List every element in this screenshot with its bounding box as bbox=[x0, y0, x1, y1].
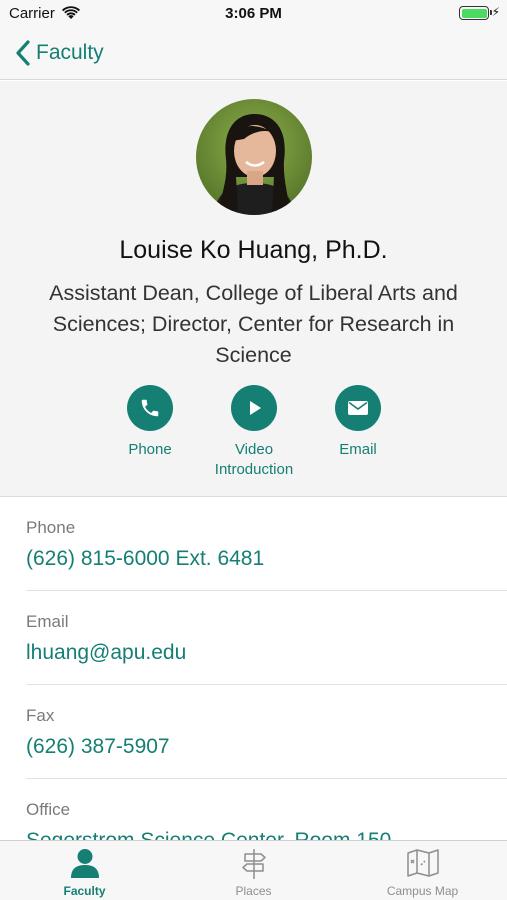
tab-bar: Faculty Places Campus Map bbox=[0, 840, 507, 900]
office-location-link[interactable]: Segerstrom Science Center, Room 150 bbox=[26, 829, 391, 840]
list-item-office: Office Segerstrom Science Center, Room 1… bbox=[0, 779, 507, 840]
status-bar: Carrier 3:06 PM ⚡ bbox=[0, 0, 507, 28]
charging-bolt-icon: ⚡ bbox=[491, 5, 500, 19]
tab-label: Places bbox=[235, 884, 272, 898]
navigation-bar: Faculty bbox=[0, 28, 507, 80]
list-item-email: Email lhuang@apu.edu bbox=[0, 591, 507, 685]
phone-action-button[interactable]: Phone bbox=[95, 385, 205, 460]
phone-icon bbox=[141, 399, 159, 417]
list-item-phone: Phone (626) 815-6000 Ext. 6481 bbox=[0, 497, 507, 591]
tab-faculty[interactable]: Faculty bbox=[0, 841, 169, 900]
phone-number-link[interactable]: (626) 815-6000 Ext. 6481 bbox=[26, 547, 264, 571]
row-label: Fax bbox=[26, 706, 55, 725]
person-icon bbox=[70, 849, 99, 878]
fax-number-link[interactable]: (626) 387-5907 bbox=[26, 735, 170, 759]
back-button[interactable]: Faculty bbox=[14, 38, 104, 68]
avatar bbox=[196, 99, 312, 215]
email-action-circle bbox=[335, 385, 381, 431]
tab-label: Campus Map bbox=[386, 884, 459, 898]
row-label: Office bbox=[26, 800, 71, 819]
signpost-icon bbox=[241, 849, 266, 879]
list-item-fax: Fax (626) 387-5907 bbox=[0, 685, 507, 779]
tab-campus-map[interactable]: Campus Map bbox=[338, 841, 507, 900]
play-icon bbox=[250, 401, 261, 415]
video-action-label: Video Introduction bbox=[214, 441, 294, 478]
email-action-label: Email bbox=[339, 441, 377, 458]
row-label: Email bbox=[26, 612, 69, 631]
phone-action-label: Phone bbox=[128, 441, 172, 458]
back-button-label: Faculty bbox=[36, 41, 104, 64]
row-label: Phone bbox=[26, 518, 76, 537]
tab-places[interactable]: Places bbox=[169, 841, 338, 900]
profile-header: Louise Ko Huang, Ph.D. Assistant Dean, C… bbox=[0, 81, 507, 497]
email-action-button[interactable]: Email bbox=[303, 385, 413, 460]
chevron-left-icon bbox=[16, 40, 30, 66]
faculty-name: Louise Ko Huang, Ph.D. bbox=[119, 236, 388, 264]
map-icon bbox=[406, 849, 439, 877]
phone-action-circle bbox=[127, 385, 173, 431]
video-introduction-button[interactable]: Video Introduction bbox=[199, 385, 309, 480]
email-address-link[interactable]: lhuang@apu.edu bbox=[26, 641, 186, 665]
battery-icon bbox=[459, 6, 492, 20]
clock-time: 3:06 PM bbox=[225, 5, 282, 22]
contact-details-list: Phone (626) 815-6000 Ext. 6481 Email lhu… bbox=[0, 497, 507, 840]
mail-icon bbox=[348, 401, 368, 415]
tab-label: Faculty bbox=[63, 884, 106, 898]
video-action-circle bbox=[231, 385, 277, 431]
faculty-title: Assistant Dean, College of Liberal Arts … bbox=[49, 281, 458, 367]
